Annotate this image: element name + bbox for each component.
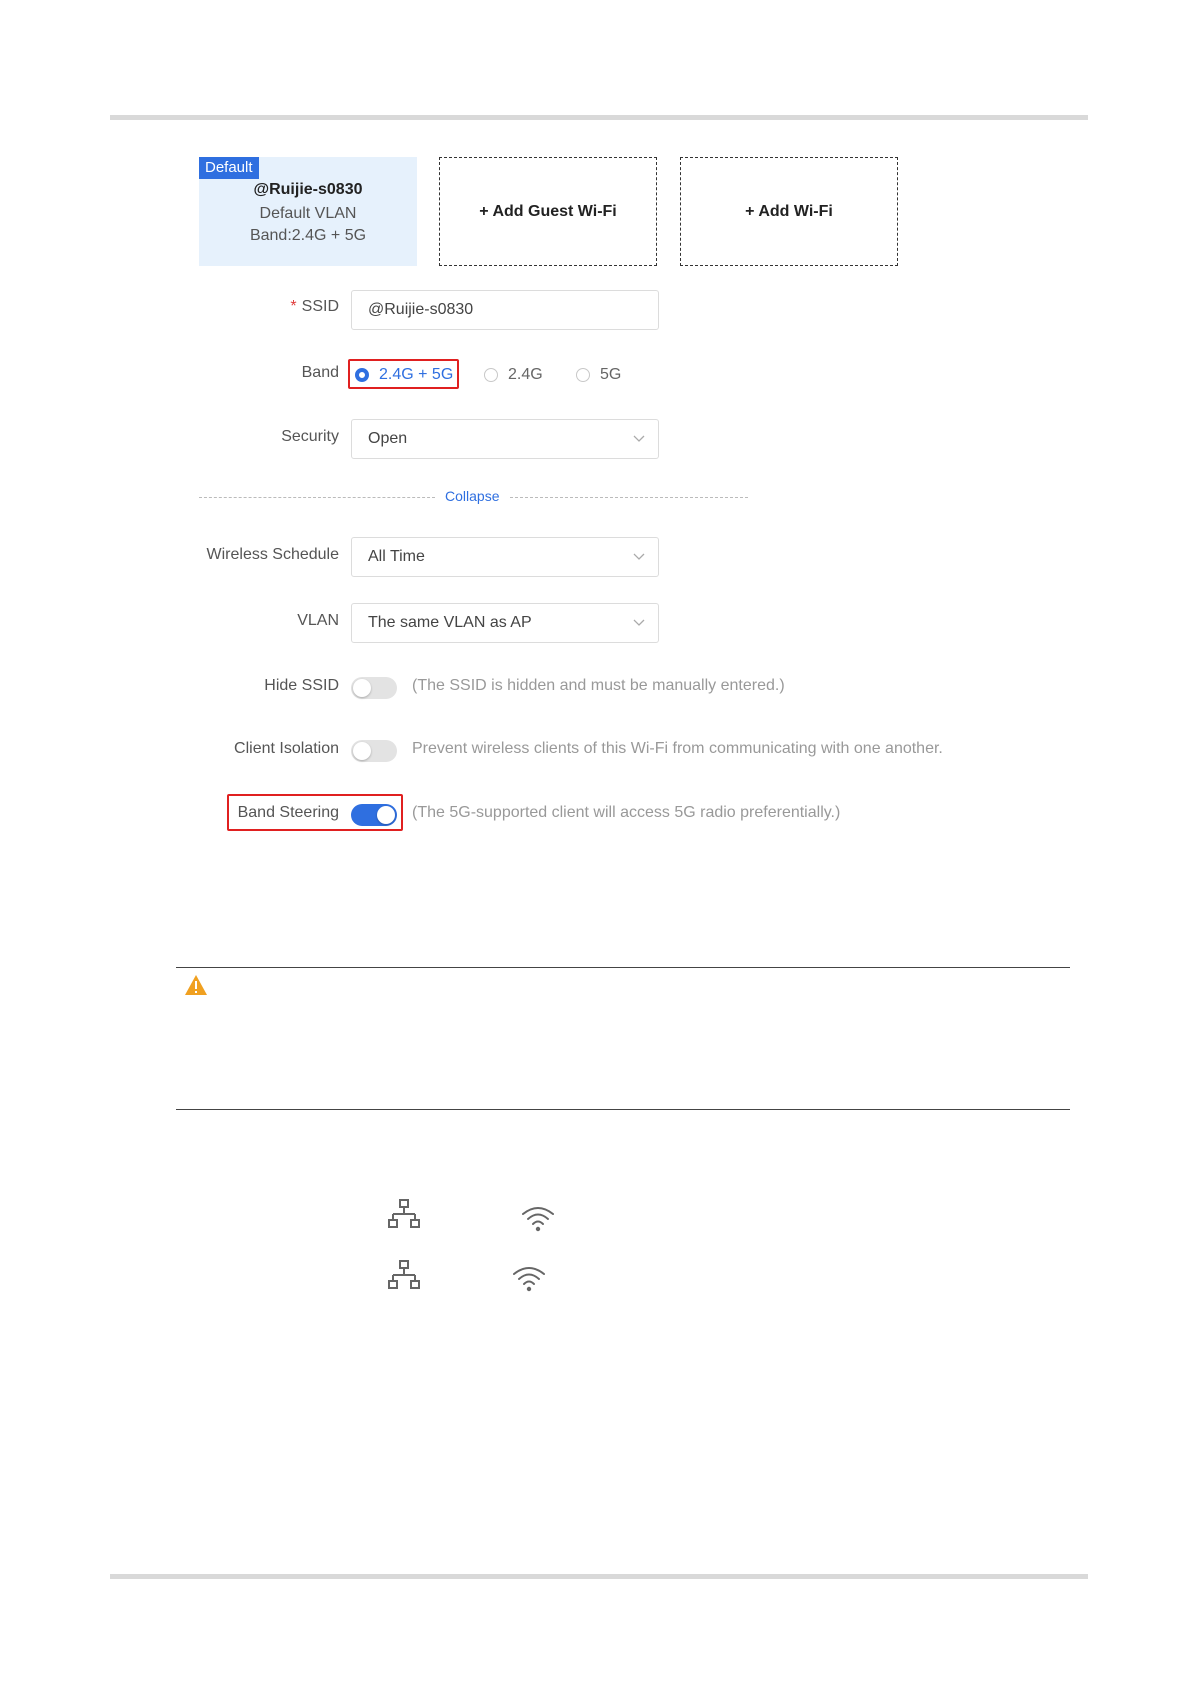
radio-icon: [484, 368, 498, 382]
required-mark: *: [290, 298, 297, 315]
warning-icon: [185, 975, 207, 995]
security-select[interactable]: Open: [351, 419, 659, 459]
client-isolation-hint: Prevent wireless clients of this Wi-Fi f…: [412, 740, 943, 757]
hide-ssid-toggle[interactable]: [351, 677, 397, 699]
band-steering-hint: (The 5G-supported client will access 5G …: [412, 804, 841, 821]
schedule-select[interactable]: All Time: [351, 537, 659, 577]
chevron-down-icon: [633, 619, 645, 626]
schedule-label: Wireless Schedule: [206, 546, 340, 563]
band-highlight-box: [348, 359, 459, 389]
default-wifi-card[interactable]: Default @Ruijie-s0830 Default VLAN Band:…: [199, 157, 417, 266]
network-topology-icon: [388, 1199, 420, 1228]
client-isolation-toggle[interactable]: [351, 740, 397, 762]
toggle-knob: [353, 679, 371, 697]
collapse-divider-left: [199, 497, 435, 498]
security-label: Security: [281, 428, 339, 445]
toggle-knob: [353, 742, 371, 760]
hide-ssid-hint: (The SSID is hidden and must be manually…: [412, 677, 785, 694]
bottom-rule: [110, 1574, 1088, 1579]
chevron-down-icon: [633, 435, 645, 442]
collapse-divider-right: [510, 497, 748, 498]
security-value: Open: [368, 430, 408, 447]
collapse-link[interactable]: Collapse: [445, 488, 499, 504]
add-wifi-button[interactable]: + Add Wi-Fi: [680, 157, 898, 266]
ssid-label: * SSID: [290, 298, 339, 316]
vlan-value: The same VLAN as AP: [368, 614, 532, 631]
default-badge: Default: [199, 157, 259, 179]
ssid-input[interactable]: @Ruijie-s0830: [351, 290, 659, 330]
vlan-label: VLAN: [297, 612, 339, 629]
band-option-label: 5G: [600, 366, 622, 383]
chevron-down-icon: [633, 553, 645, 560]
network-topology-icon: [388, 1260, 420, 1289]
vlan-select[interactable]: The same VLAN as AP: [351, 603, 659, 643]
band-steering-highlight-box: [227, 794, 403, 831]
band-option-2g[interactable]: 2.4G: [484, 360, 543, 390]
band-option-label: 2.4G: [508, 366, 543, 383]
radio-icon: [576, 368, 590, 382]
add-guest-wifi-button[interactable]: + Add Guest Wi-Fi: [439, 157, 657, 266]
wifi-icon: [522, 1207, 554, 1232]
hide-ssid-label: Hide SSID: [264, 677, 339, 694]
ssid-label-text: SSID: [301, 298, 339, 315]
card-band: Band:2.4G + 5G: [249, 227, 367, 244]
card-vlan: Default VLAN: [259, 205, 357, 222]
schedule-value: All Time: [368, 548, 425, 565]
note-top-rule: [176, 967, 1070, 968]
band-option-5g[interactable]: 5G: [576, 360, 621, 390]
client-isolation-label: Client Isolation: [234, 740, 339, 757]
band-label: Band: [301, 364, 339, 381]
wifi-icon: [513, 1267, 545, 1292]
card-ssid: @Ruijie-s0830: [253, 181, 363, 198]
note-bottom-rule: [176, 1109, 1070, 1110]
top-rule: [110, 115, 1088, 120]
